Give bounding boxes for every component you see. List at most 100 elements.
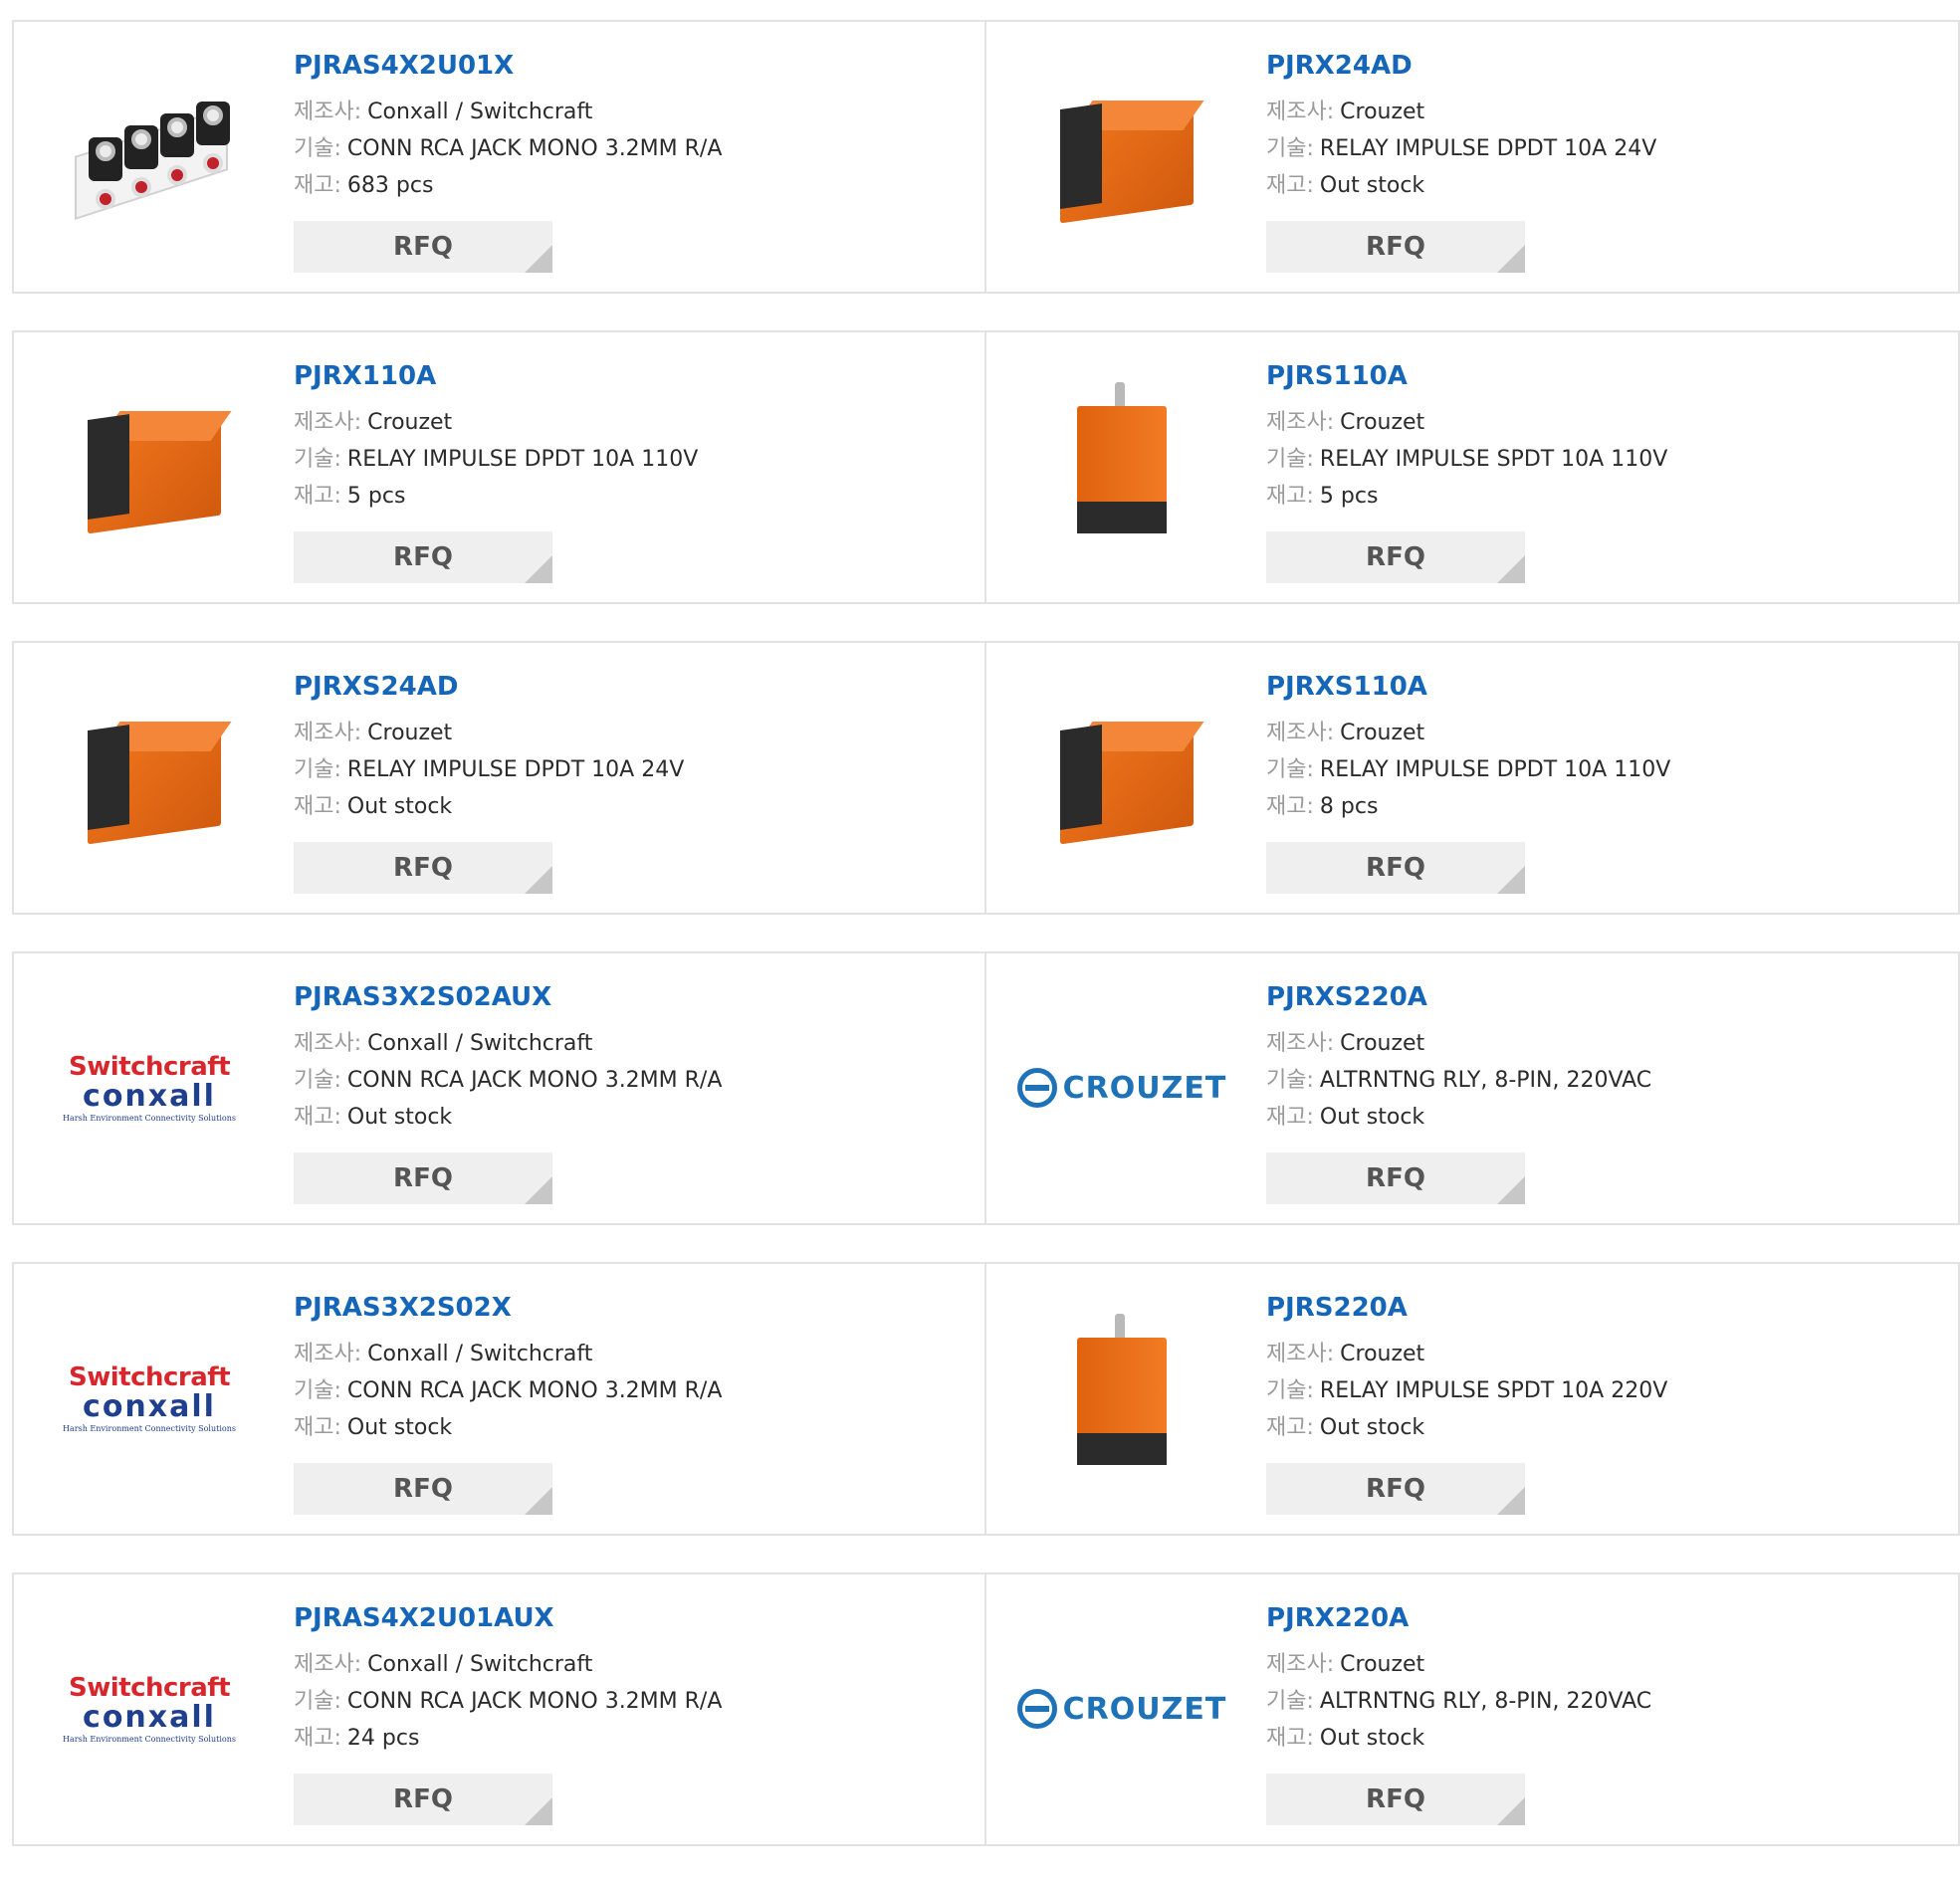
rfq-corner-decoration: [1497, 245, 1525, 273]
manufacturer-value: Conxall / Switchcraft: [367, 100, 593, 124]
stock-value: 683 pcs: [346, 173, 434, 198]
rfq-button[interactable]: RFQ: [294, 1152, 552, 1204]
stock-row: 재고: Out stock: [294, 788, 965, 825]
product-image[interactable]: [1022, 57, 1221, 256]
rfq-button[interactable]: RFQ: [294, 1774, 552, 1825]
product-info: PJRAS3X2S02AUX 제조사: Conxall / Switchcraft…: [294, 981, 965, 1136]
rfq-button[interactable]: RFQ: [294, 531, 552, 583]
rfq-label: RFQ: [393, 1474, 453, 1504]
rfq-button[interactable]: RFQ: [294, 221, 552, 273]
product-image[interactable]: [50, 367, 249, 566]
product-image[interactable]: [50, 678, 249, 877]
stock-value: 5 pcs: [1319, 484, 1379, 509]
description-label: 기술:: [294, 136, 341, 161]
part-number-link[interactable]: PJRAS4X2U01AUX: [294, 1602, 554, 1634]
part-number-link[interactable]: PJRXS220A: [1266, 981, 1427, 1013]
description-value: CONN RCA JACK MONO 3.2MM R/A: [346, 1689, 723, 1714]
description-value: ALTRNTNG RLY, 8-PIN, 220VAC: [1319, 1689, 1652, 1714]
rfq-button[interactable]: RFQ: [294, 1463, 552, 1515]
rfq-button[interactable]: RFQ: [294, 842, 552, 894]
part-number-link[interactable]: PJRS110A: [1266, 360, 1408, 392]
rfq-corner-decoration: [1497, 1797, 1525, 1825]
stock-label: 재고:: [294, 173, 341, 198]
description-value: RELAY IMPULSE DPDT 10A 110V: [346, 447, 699, 472]
rfq-button[interactable]: RFQ: [1266, 1463, 1525, 1515]
product-info: PJRS220A 제조사: Crouzet 기술: RELAY IMPULSE SP…: [1266, 1292, 1938, 1446]
manufacturer-value: Crouzet: [1340, 1342, 1425, 1366]
rfq-label: RFQ: [393, 853, 453, 883]
description-value: RELAY IMPULSE DPDT 10A 24V: [346, 757, 685, 782]
manufacturer-label: 제조사:: [1266, 410, 1335, 435]
relay-illustration: [70, 407, 232, 534]
product-card: PJRXS24AD 제조사: Crouzet 기술: RELAY IMPULSE D…: [12, 641, 986, 915]
product-card: CROUZET PJRXS220A 제조사: Crouzet 기술: ALTRNTN…: [986, 951, 1960, 1225]
rfq-corner-decoration: [525, 1176, 552, 1204]
product-info: PJRAS4X2U01AUX 제조사: Conxall / Switchcraft…: [294, 1602, 965, 1757]
manufacturer-row: 제조사: Crouzet: [294, 404, 965, 441]
product-card: CROUZET PJRX220A 제조사: Crouzet 기술: ALTRNTNG…: [986, 1572, 1960, 1846]
product-image[interactable]: Switchcraft conxall Harsh Environment Conn…: [50, 1609, 249, 1808]
part-number-link[interactable]: PJRX220A: [1266, 1602, 1409, 1634]
rfq-button[interactable]: RFQ: [1266, 531, 1525, 583]
product-image[interactable]: [1022, 678, 1221, 877]
manufacturer-row: 제조사: Crouzet: [294, 715, 965, 751]
rfq-corner-decoration: [525, 1487, 552, 1515]
description-row: 기술: CONN RCA JACK MONO 3.2MM R/A: [294, 1372, 965, 1409]
part-number-link[interactable]: PJRAS3X2S02X: [294, 1292, 512, 1324]
description-label: 기술:: [294, 1689, 341, 1714]
part-number-link[interactable]: PJRAS3X2S02AUX: [294, 981, 551, 1013]
part-number-link[interactable]: PJRXS110A: [1266, 671, 1427, 703]
switchcraft-logo: Switchcraft conxall Harsh Environment Conn…: [63, 1672, 236, 1744]
manufacturer-row: 제조사: Crouzet: [1266, 404, 1938, 441]
rfq-button[interactable]: RFQ: [1266, 1774, 1525, 1825]
manufacturer-row: 제조사: Crouzet: [1266, 715, 1938, 751]
product-image[interactable]: CROUZET: [1016, 988, 1225, 1187]
part-number-link[interactable]: PJRX110A: [294, 360, 436, 392]
rfq-label: RFQ: [1366, 542, 1425, 572]
product-image[interactable]: [1022, 1299, 1221, 1498]
product-card: Switchcraft conxall Harsh Environment Conn…: [12, 1572, 986, 1846]
part-number-link[interactable]: PJRS220A: [1266, 1292, 1408, 1324]
description-value: RELAY IMPULSE DPDT 10A 110V: [1319, 757, 1671, 782]
rfq-corner-decoration: [525, 866, 552, 894]
product-image[interactable]: Switchcraft conxall Harsh Environment Conn…: [50, 988, 249, 1187]
product-image[interactable]: [1022, 367, 1221, 566]
crouzet-mark-icon: [1016, 1068, 1057, 1108]
stock-value: Out stock: [1319, 1415, 1425, 1440]
relay-illustration: [1042, 97, 1204, 224]
description-value: ALTRNTNG RLY, 8-PIN, 220VAC: [1319, 1068, 1652, 1093]
crouzet-mark-icon: [1016, 1689, 1057, 1729]
manufacturer-label: 제조사:: [294, 410, 362, 435]
rfq-label: RFQ: [393, 1163, 453, 1193]
part-number-link[interactable]: PJRAS4X2U01X: [294, 50, 514, 82]
rfq-button[interactable]: RFQ: [1266, 221, 1525, 273]
manufacturer-value: Crouzet: [1340, 100, 1425, 124]
rfq-button[interactable]: RFQ: [1266, 1152, 1525, 1204]
stock-label: 재고:: [294, 794, 341, 819]
manufacturer-label: 제조사:: [294, 1342, 362, 1366]
manufacturer-row: 제조사: Crouzet: [1266, 94, 1938, 130]
part-number-link[interactable]: PJRXS24AD: [294, 671, 458, 703]
manufacturer-label: 제조사:: [294, 1652, 362, 1677]
manufacturer-value: Crouzet: [1340, 410, 1425, 435]
product-info: PJRS110A 제조사: Crouzet 기술: RELAY IMPULSE SP…: [1266, 360, 1938, 515]
stock-value: Out stock: [346, 1415, 453, 1440]
product-image[interactable]: [50, 57, 249, 256]
product-info: PJRXS220A 제조사: Crouzet 기술: ALTRNTNG RLY, 8…: [1266, 981, 1938, 1136]
description-row: 기술: ALTRNTNG RLY, 8-PIN, 220VAC: [1266, 1683, 1938, 1720]
rfq-corner-decoration: [1497, 866, 1525, 894]
crouzet-logo: CROUZET: [1016, 1689, 1227, 1729]
manufacturer-row: 제조사: Conxall / Switchcraft: [294, 1336, 965, 1372]
product-image[interactable]: Switchcraft conxall Harsh Environment Conn…: [50, 1299, 249, 1498]
stock-label: 재고:: [294, 484, 341, 509]
stock-row: 재고: 683 pcs: [294, 167, 965, 204]
product-row: Switchcraft conxall Harsh Environment Conn…: [12, 1572, 1960, 1846]
description-value: CONN RCA JACK MONO 3.2MM R/A: [346, 1378, 723, 1403]
product-info: PJRAS3X2S02X 제조사: Conxall / Switchcraft 기…: [294, 1292, 965, 1446]
product-image[interactable]: CROUZET: [1016, 1609, 1225, 1808]
stock-value: 8 pcs: [1319, 794, 1379, 819]
product-info: PJRAS4X2U01X 제조사: Conxall / Switchcraft 기…: [294, 50, 965, 204]
rfq-button[interactable]: RFQ: [1266, 842, 1525, 894]
stock-row: 재고: 24 pcs: [294, 1720, 965, 1757]
part-number-link[interactable]: PJRX24AD: [1266, 50, 1413, 82]
